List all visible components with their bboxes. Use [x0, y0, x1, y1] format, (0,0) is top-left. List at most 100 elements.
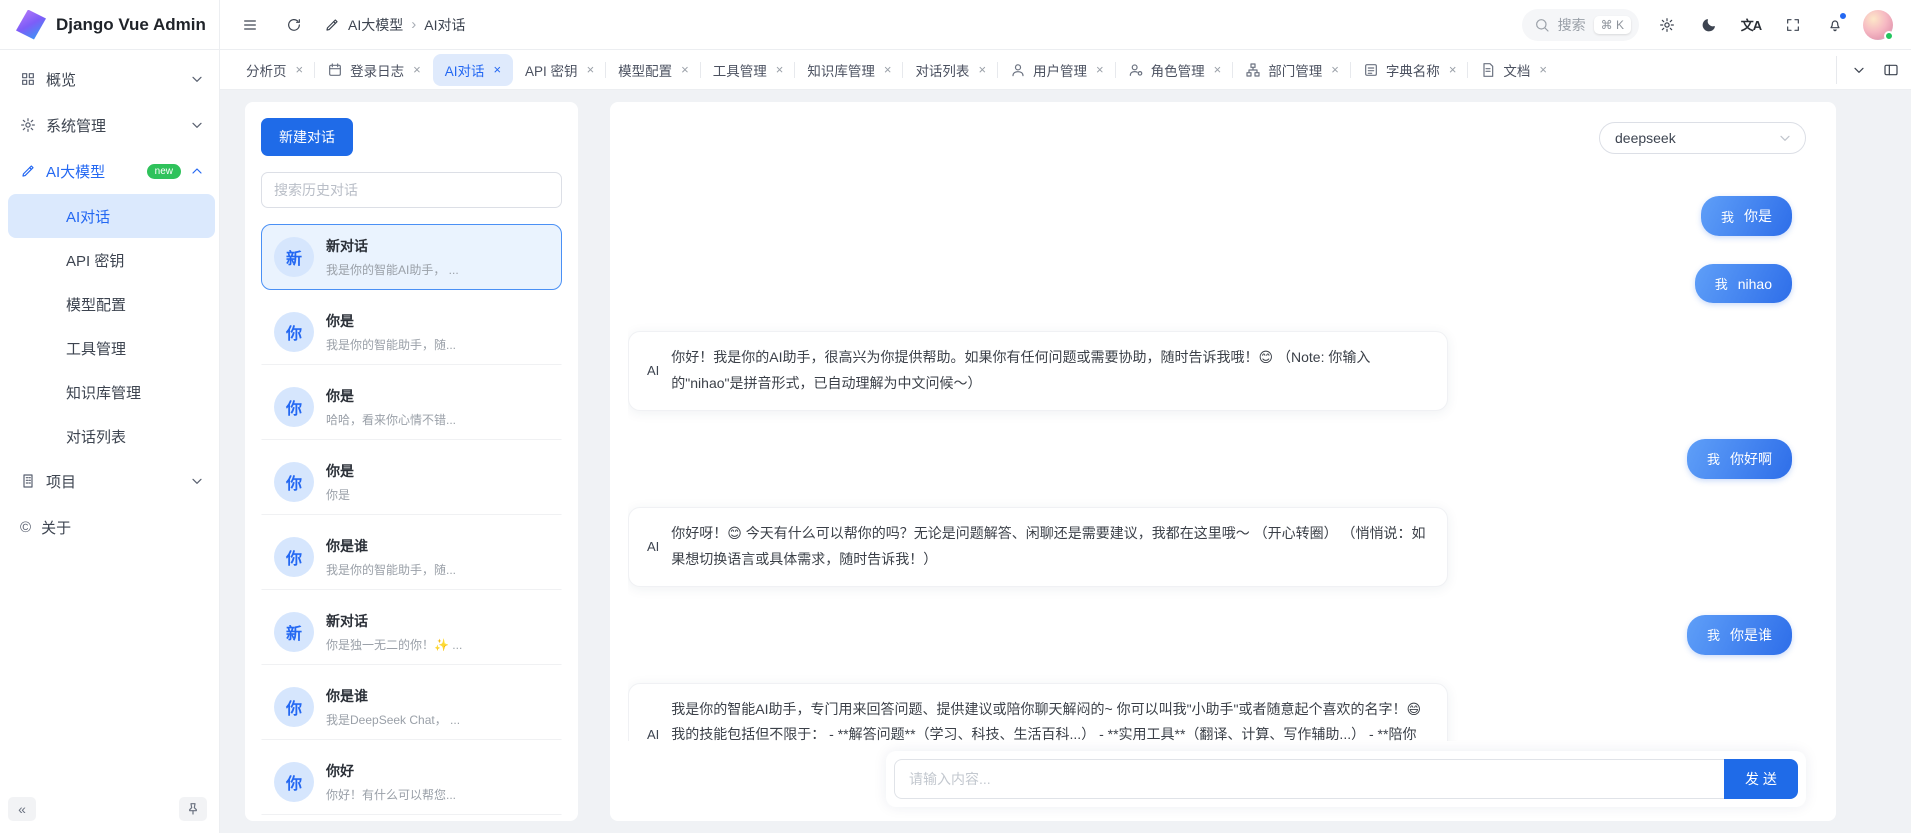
conversation-item-6[interactable]: 你你是谁我是DeepSeek Chat， ...	[261, 674, 562, 740]
breadcrumb-separator: ›	[411, 16, 416, 33]
conversation-item-1[interactable]: 你你是我是你的智能助手，随...	[261, 299, 562, 365]
message-row-1: 我nihao	[628, 264, 1806, 303]
tab-close-icon[interactable]: ×	[587, 62, 595, 77]
dark-mode-icon[interactable]	[1695, 11, 1723, 39]
refresh-icon[interactable]	[280, 11, 308, 39]
conversation-preview: 你是	[326, 486, 354, 503]
conversation-item-2[interactable]: 你你是哈哈，看来你心情不错...	[261, 374, 562, 440]
sidebar-item-4[interactable]: ©关于	[0, 504, 219, 550]
conversation-avatar: 你	[274, 387, 314, 427]
tab-1[interactable]: 登录日志 ×	[315, 54, 433, 86]
conversation-preview: 我是你的智能AI助手， ...	[326, 261, 459, 278]
conversation-preview: 我是你的智能助手，随...	[326, 561, 456, 578]
translate-icon[interactable]: 文A	[1737, 11, 1765, 39]
tab-close-icon[interactable]: ×	[1449, 62, 1457, 77]
fullscreen-icon[interactable]	[1779, 11, 1807, 39]
chat-panel: deepseek 我你是我nihaoAI你好！我是你的AI助手，很高兴为你提供帮…	[610, 102, 1836, 821]
model-select[interactable]: deepseek	[1599, 122, 1806, 154]
tab-7[interactable]: 对话列表 ×	[903, 54, 998, 86]
tab-9[interactable]: 角色管理 ×	[1116, 54, 1234, 86]
sidebar-subitem-模型配置[interactable]: 模型配置	[8, 282, 215, 326]
tab-12[interactable]: 文档 ×	[1468, 54, 1559, 86]
tab-close-icon[interactable]: ×	[1096, 62, 1104, 77]
conversation-preview: 你是独一无二的你！✨ ...	[326, 636, 462, 653]
conversation-panel: 新建对话 新新对话我是你的智能AI助手， ...你你是我是你的智能助手，随...…	[245, 102, 578, 821]
user-avatar[interactable]	[1863, 10, 1893, 40]
tab-close-icon[interactable]: ×	[681, 62, 689, 77]
tab-0[interactable]: 分析页×	[234, 54, 315, 86]
sender-label: AI	[647, 723, 659, 741]
tab-3[interactable]: API 密钥×	[513, 54, 606, 86]
tab-close-icon[interactable]: ×	[1331, 62, 1339, 77]
tabs-dropdown-icon[interactable]	[1845, 56, 1873, 84]
tab-close-icon[interactable]: ×	[413, 62, 421, 77]
tab-bar: 分析页×登录日志×AI对话×API 密钥×模型配置×工具管理×知识库管理×对话列…	[220, 50, 1911, 90]
tab-close-icon[interactable]: ×	[978, 62, 986, 77]
conversation-item-0[interactable]: 新新对话我是你的智能AI助手， ...	[261, 224, 562, 290]
tab-close-icon[interactable]: ×	[1539, 62, 1547, 77]
new-badge: new	[147, 164, 181, 179]
tabs-layout-icon[interactable]	[1877, 56, 1905, 84]
tab-11[interactable]: 字典名称×	[1351, 54, 1469, 86]
conversation-item-4[interactable]: 你你是谁我是你的智能助手，随...	[261, 524, 562, 590]
sidebar-item-0[interactable]: 概览	[0, 56, 219, 102]
tab-2[interactable]: AI对话×	[433, 54, 513, 86]
conversation-title: 你是谁	[326, 686, 460, 706]
sidebar-item-3[interactable]: 项目	[0, 458, 219, 504]
tab-list: 分析页×登录日志×AI对话×API 密钥×模型配置×工具管理×知识库管理×对话列…	[234, 54, 1836, 86]
notifications-bell-icon[interactable]	[1821, 11, 1849, 39]
conversation-item-3[interactable]: 你你是你是	[261, 449, 562, 515]
send-button[interactable]: 发 送	[1724, 759, 1798, 799]
copyright-icon: ©	[20, 519, 31, 536]
sidebar-item-2[interactable]: AI大模型new	[0, 148, 219, 194]
tab-close-icon[interactable]: ×	[1214, 62, 1222, 77]
tab-6[interactable]: 知识库管理×	[795, 54, 903, 86]
conversation-item-5[interactable]: 新新对话你是独一无二的你！✨ ...	[261, 599, 562, 665]
conversation-item-7[interactable]: 你你好你好！有什么可以帮您...	[261, 749, 562, 815]
sidebar-subitem-API 密钥[interactable]: API 密钥	[8, 238, 215, 282]
top-header: Django Vue Admin AI大模型 › AI对话 搜索 ⌘ K 文A	[0, 0, 1911, 50]
tab-10[interactable]: 部门管理×	[1233, 54, 1351, 86]
conversation-preview: 我是你的智能助手，随...	[326, 336, 456, 353]
message-text: 你是谁	[1730, 625, 1772, 645]
tab-close-icon[interactable]: ×	[776, 62, 784, 77]
message-input[interactable]	[894, 759, 1724, 799]
ai-message-bubble: AI我是你的智能AI助手，专门用来回答问题、提供建议或陪你聊天解闷的~ 你可以叫…	[628, 683, 1448, 741]
tab-5[interactable]: 工具管理×	[701, 54, 796, 86]
conversation-title: 你是谁	[326, 536, 456, 556]
sidebar-subitem-知识库管理[interactable]: 知识库管理	[8, 370, 215, 414]
breadcrumb-page[interactable]: AI对话	[424, 15, 465, 35]
settings-icon[interactable]	[1653, 11, 1681, 39]
hamburger-menu-icon[interactable]	[236, 11, 264, 39]
tab-label: 文档	[1503, 60, 1530, 80]
brush-icon	[324, 17, 340, 33]
sidebar-subitem-对话列表[interactable]: 对话列表	[8, 414, 215, 458]
tab-label: 登录日志	[350, 60, 404, 80]
tab-close-icon[interactable]: ×	[884, 62, 892, 77]
collapse-sidebar-icon[interactable]: «	[8, 797, 36, 821]
conversation-avatar: 新	[274, 612, 314, 652]
tab-label: 角色管理	[1151, 60, 1205, 80]
history-search-input[interactable]	[261, 172, 562, 208]
sidebar-subitem-AI对话[interactable]: AI对话	[8, 194, 215, 238]
breadcrumb-section[interactable]: AI大模型	[348, 15, 403, 35]
brand: Django Vue Admin	[0, 0, 220, 49]
online-status-dot	[1884, 31, 1894, 41]
header-left: AI大模型 › AI对话	[220, 0, 465, 49]
sidebar-footer: «	[0, 793, 219, 833]
new-chat-button[interactable]: 新建对话	[261, 118, 353, 156]
tab-4[interactable]: 模型配置 ×	[606, 54, 701, 86]
sidebar-item-1[interactable]: 系统管理	[0, 102, 219, 148]
global-search[interactable]: 搜索 ⌘ K	[1522, 9, 1639, 41]
app-logo-icon	[16, 10, 46, 40]
sender-label: 我	[1707, 449, 1720, 468]
tab-close-icon[interactable]: ×	[493, 62, 501, 77]
user-message-bubble: 我你是	[1701, 196, 1792, 236]
user-message-bubble: 我你好啊	[1687, 439, 1792, 479]
tab-close-icon[interactable]: ×	[296, 62, 304, 77]
sidebar-subitem-工具管理[interactable]: 工具管理	[8, 326, 215, 370]
pin-sidebar-icon[interactable]	[179, 797, 207, 821]
tab-label: 模型配置	[618, 60, 672, 80]
tab-label: 对话列表	[915, 60, 969, 80]
tab-8[interactable]: 用户管理×	[998, 54, 1116, 86]
